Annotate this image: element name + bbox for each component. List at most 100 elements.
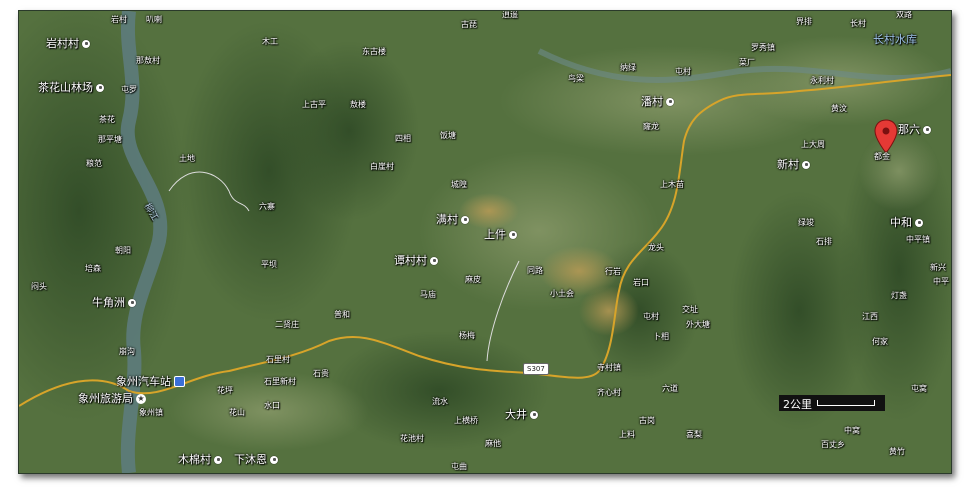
place-label: 二贤庄 <box>275 320 299 329</box>
reservoir-label: 长村水库 <box>873 33 917 46</box>
place-label: 六道 <box>662 384 678 393</box>
place-label: 饭塘 <box>440 131 456 140</box>
place-label: 那平塘 <box>98 135 122 144</box>
town-dot-icon <box>923 125 931 134</box>
place-label: 外大塘 <box>686 320 710 329</box>
place-label: 石里新村 <box>264 377 296 386</box>
place-label: 麻皮 <box>465 275 481 284</box>
town-dot-icon <box>530 410 538 419</box>
place-label: 黄竹 <box>889 447 905 456</box>
place-label: 上木苗 <box>660 180 684 189</box>
place-label: 四相 <box>395 134 411 143</box>
place-label: 寺村镇 <box>597 363 621 372</box>
place-label: 上横桥 <box>454 416 478 425</box>
place-label: 绿竣 <box>798 218 814 227</box>
place-label: 敖楼 <box>350 100 366 109</box>
town-dot-icon <box>214 455 222 464</box>
bus-station-label[interactable]: 象州汽车站 <box>116 376 185 387</box>
place-label: 纳绿 <box>620 63 636 72</box>
place-label: 上大周 <box>801 140 825 149</box>
place-label: 马庙 <box>420 290 436 299</box>
place-label: 流水 <box>432 397 448 406</box>
place-label: 屯村 <box>643 312 659 321</box>
place-label: 朝阳 <box>115 246 131 255</box>
place-label: 上古平 <box>302 100 326 109</box>
place-label: 卜相 <box>653 332 669 341</box>
map-view[interactable]: 岩村村 茶花山林场 牛角洲 象州汽车站 象州旅游局 ★ 木棉村 下沐恩 满村 上件… <box>18 10 952 474</box>
place-label: 岩村 <box>111 15 127 24</box>
town-label[interactable]: 岩村村 <box>46 38 90 49</box>
town-dot-icon <box>270 455 278 464</box>
bus-icon <box>174 376 185 387</box>
marker-label: 都金 <box>874 152 890 161</box>
place-label: 培森 <box>85 264 101 273</box>
place-label: 中窝 <box>844 426 860 435</box>
place-label: 那敖村 <box>136 56 160 65</box>
place-label: 石贵 <box>313 369 329 378</box>
place-label: 普和 <box>334 310 350 319</box>
place-label: 菜厂 <box>739 58 755 67</box>
town-dot-icon <box>666 97 674 106</box>
place-label: 逍遥 <box>502 10 518 19</box>
town-label[interactable]: 木棉村 <box>178 454 222 465</box>
town-label[interactable]: 下沐恩 <box>234 454 278 465</box>
town-dot-icon <box>128 298 136 307</box>
place-label: 屯窝 <box>911 384 927 393</box>
place-label: 屯村 <box>675 67 691 76</box>
town-label[interactable]: 茶花山林场 <box>38 82 104 93</box>
place-label: 何家 <box>872 337 888 346</box>
town-label[interactable]: 潘村 <box>641 96 674 107</box>
place-label: 叭喇 <box>146 15 162 24</box>
town-dot-icon <box>509 230 517 239</box>
place-label: 永利村 <box>810 76 834 85</box>
place-label: 龙头 <box>648 243 664 252</box>
place-label: 平坝 <box>261 260 277 269</box>
place-label: 麻他 <box>485 439 501 448</box>
town-dot-icon <box>915 218 923 227</box>
place-label: 鸟梁 <box>568 74 584 83</box>
place-label: 崩沟 <box>119 347 135 356</box>
place-label: 行岩 <box>605 267 621 276</box>
place-label: 六寨 <box>259 202 275 211</box>
place-label: 喜梨 <box>686 430 702 439</box>
place-label: 土地 <box>179 154 195 163</box>
place-label: 中平镇 <box>906 235 930 244</box>
place-label: 白崖村 <box>370 162 394 171</box>
road-shield: S307 <box>523 363 549 375</box>
town-label[interactable]: 中和 <box>890 217 923 228</box>
town-label[interactable]: 新村 <box>777 159 810 170</box>
town-label[interactable]: 满村 <box>436 214 469 225</box>
place-label: 古琵 <box>461 20 477 29</box>
place-label: 东古楼 <box>362 47 386 56</box>
place-label: 石排 <box>816 237 832 246</box>
place-label: 石里村 <box>266 355 290 364</box>
town-label[interactable]: 那六 <box>898 124 931 135</box>
town-label[interactable]: 上件 <box>484 229 517 240</box>
place-label: 水口 <box>264 401 280 410</box>
place-label: 花池村 <box>400 434 424 443</box>
town-dot-icon <box>802 160 810 169</box>
place-label: 花山 <box>229 408 245 417</box>
place-label: 黄汶 <box>831 104 847 113</box>
location-pin-icon[interactable] <box>874 119 898 155</box>
town-dot-icon <box>82 39 90 48</box>
place-label: 双路 <box>896 10 912 19</box>
scale-bar: 2公里 <box>779 395 885 411</box>
town-label[interactable]: 谭村村 <box>394 255 438 266</box>
place-label: 花坪 <box>217 386 233 395</box>
place-label: 交址 <box>682 305 698 314</box>
place-label: 象州镇 <box>139 408 163 417</box>
town-label[interactable]: 大井 <box>505 409 538 420</box>
place-label: 古岗 <box>639 416 655 425</box>
tourism-label[interactable]: 象州旅游局 ★ <box>78 393 146 404</box>
place-label: 齐心村 <box>597 388 621 397</box>
place-label: 罗秀镇 <box>751 43 775 52</box>
town-label[interactable]: 牛角洲 <box>92 297 136 308</box>
town-dot-icon <box>96 83 104 92</box>
star-icon: ★ <box>136 393 146 404</box>
place-label: 城隍 <box>451 180 467 189</box>
place-label: 长村 <box>850 19 866 28</box>
place-label: 小土会 <box>550 289 574 298</box>
place-label: 上料 <box>619 430 635 439</box>
place-label: 百丈乡 <box>821 440 845 449</box>
